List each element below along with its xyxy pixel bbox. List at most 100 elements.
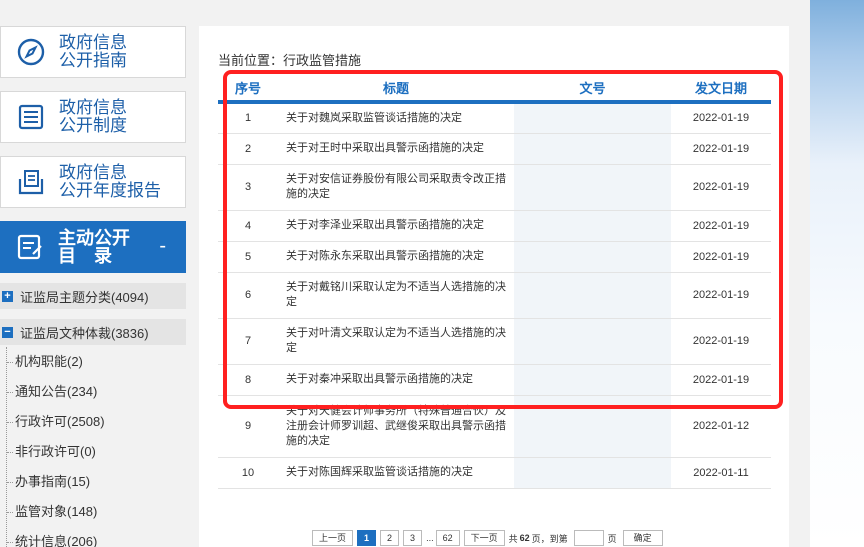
table-row: 1 关于对魏岚采取监管谈话措施的决定 2022-01-19 [218, 102, 771, 134]
tree-item[interactable]: 统计信息(206) [7, 527, 188, 547]
confirm-button[interactable]: 确定 [622, 530, 663, 546]
row-title-link[interactable]: 关于对安信证券股份有限公司采取责令改正措施的决定 [278, 164, 514, 211]
row-doc-number [514, 210, 671, 242]
category-genre[interactable]: − 证监局文种体裁(3836) [0, 319, 186, 345]
row-date: 2022-01-19 [671, 318, 771, 365]
total-pages: 62 [519, 533, 530, 543]
tree-item[interactable]: 机构职能(2) [7, 347, 188, 377]
table-row: 8 关于对秦冲采取出具警示函措施的决定 2022-01-19 [218, 364, 771, 396]
row-num: 4 [218, 210, 278, 242]
row-doc-number [514, 395, 671, 458]
row-num: 10 [218, 457, 278, 489]
guide-link[interactable]: 政府信息 公开指南 [0, 26, 186, 78]
row-date: 2022-01-19 [671, 272, 771, 319]
table-row: 6 关于对戴铭川采取认定为不适当人选措施的决定 2022-01-19 [218, 272, 771, 319]
annual-report-link[interactable]: 政府信息 公开年度报告 [0, 156, 186, 208]
row-num: 1 [218, 102, 278, 134]
next-page-button[interactable]: 下一页 [463, 530, 505, 546]
edit-doc-icon [14, 231, 46, 263]
row-title-link[interactable]: 关于对戴铭川采取认定为不适当人选措施的决定 [278, 272, 514, 319]
row-date: 2022-01-12 [671, 395, 771, 458]
row-date: 2022-01-19 [671, 102, 771, 134]
measures-table: 序号 标题 文号 发文日期 1 关于对魏岚采取监管谈话措施的决定 2022-01… [218, 74, 771, 489]
row-doc-number [514, 241, 671, 273]
row-date: 2022-01-19 [671, 241, 771, 273]
table-row: 3 关于对安信证券股份有限公司采取责令改正措施的决定 2022-01-19 [218, 164, 771, 211]
goto-prefix: 页，到第 [531, 533, 568, 544]
row-title-link[interactable]: 关于对陈永东采取出具警示函措施的决定 [278, 241, 514, 273]
table-row: 5 关于对陈永东采取出具警示函措施的决定 2022-01-19 [218, 241, 771, 273]
col-doc-header: 文号 [514, 74, 671, 104]
col-date-header: 发文日期 [671, 74, 771, 104]
tree-item[interactable]: 通知公告(234) [7, 377, 188, 407]
category-label: 证监局主题分类(4094) [20, 289, 149, 305]
row-title-link[interactable]: 关于对魏岚采取监管谈话措施的决定 [278, 102, 514, 134]
row-title-link[interactable]: 关于对秦冲采取出具警示函措施的决定 [278, 364, 514, 396]
goto-page-input[interactable] [573, 530, 604, 546]
folder-doc-icon [15, 166, 47, 198]
col-num-header: 序号 [218, 74, 278, 104]
pagination: 上一页 1 2 3 ... 62 下一页 共 62 页，到第 页 确定 [312, 530, 667, 546]
category-label: 证监局文种体裁(3836) [20, 325, 149, 341]
pager-ellipsis: ... [426, 533, 434, 543]
page-button[interactable]: 2 [380, 530, 400, 546]
catalog-label: 主动公开 目 录 [58, 228, 130, 266]
row-title-link[interactable]: 关于对李泽业采取出具警示函措施的决定 [278, 210, 514, 242]
catalog-header[interactable]: 主动公开 目 录 - [0, 221, 186, 273]
row-num: 2 [218, 133, 278, 165]
row-doc-number [514, 318, 671, 365]
row-num: 6 [218, 272, 278, 319]
tree-item[interactable]: 非行政许可(0) [7, 437, 188, 467]
system-label: 政府信息 公开制度 [59, 98, 127, 135]
row-doc-number [514, 272, 671, 319]
tree-item[interactable]: 监管对象(148) [7, 497, 188, 527]
row-doc-number [514, 133, 671, 165]
row-num: 8 [218, 364, 278, 396]
row-date: 2022-01-19 [671, 164, 771, 211]
compass-icon [15, 36, 47, 68]
row-num: 5 [218, 241, 278, 273]
row-date: 2022-01-19 [671, 133, 771, 165]
tree-item[interactable]: 办事指南(15) [7, 467, 188, 497]
row-date: 2022-01-19 [671, 364, 771, 396]
row-title-link[interactable]: 关于对陈国辉采取监管谈话措施的决定 [278, 457, 514, 489]
row-title-link[interactable]: 关于对王时中采取出具警示函措施的决定 [278, 133, 514, 165]
row-num: 7 [218, 318, 278, 365]
row-doc-number [514, 364, 671, 396]
col-title-header: 标题 [278, 74, 514, 104]
row-doc-number [514, 164, 671, 211]
annual-report-label: 政府信息 公开年度报告 [59, 163, 161, 200]
goto-suffix: 页 [607, 533, 617, 544]
page-button-current[interactable]: 1 [357, 530, 377, 546]
page-button[interactable]: 3 [403, 530, 423, 546]
main-panel: 当前位置：行政监管措施 序号 标题 文号 发文日期 1 关于对魏岚采取监管谈话措… [199, 26, 789, 547]
table-row: 9 关于对天健会计师事务所（特殊普通合伙）及注册会计师罗训超、武继俊采取出具警示… [218, 395, 771, 458]
breadcrumb: 当前位置：行政监管措施 [218, 53, 362, 68]
collapse-icon[interactable]: − [2, 326, 13, 338]
row-title-link[interactable]: 关于对叶清文采取认定为不适当人选措施的决定 [278, 318, 514, 365]
page-button-last[interactable]: 62 [435, 530, 460, 546]
right-decoration [810, 0, 864, 547]
tree-item[interactable]: 行政许可(2508) [7, 407, 188, 437]
row-num: 9 [218, 395, 278, 458]
row-doc-number [514, 102, 671, 134]
sidebar: 政府信息 公开指南 政府信息 公开制度 政府信息 公开年度报告 主动公开 目 录… [0, 26, 188, 547]
system-link[interactable]: 政府信息 公开制度 [0, 91, 186, 143]
guide-label: 政府信息 公开指南 [59, 33, 127, 70]
table-row: 4 关于对李泽业采取出具警示函措施的决定 2022-01-19 [218, 210, 771, 242]
table-row: 10 关于对陈国辉采取监管谈话措施的决定 2022-01-11 [218, 457, 771, 489]
row-title-link[interactable]: 关于对天健会计师事务所（特殊普通合伙）及注册会计师罗训超、武继俊采取出具警示函措… [278, 395, 514, 458]
row-date: 2022-01-19 [671, 210, 771, 242]
category-topic[interactable]: + 证监局主题分类(4094) [0, 283, 186, 309]
total-prefix: 共 [508, 533, 518, 544]
row-num: 3 [218, 164, 278, 211]
list-doc-icon [15, 101, 47, 133]
category-tree: 机构职能(2) 通知公告(234) 行政许可(2508) 非行政许可(0) 办事… [6, 347, 188, 547]
row-date: 2022-01-11 [671, 457, 771, 489]
collapse-toggle[interactable]: - [159, 235, 166, 258]
table-row: 7 关于对叶清文采取认定为不适当人选措施的决定 2022-01-19 [218, 318, 771, 365]
table-row: 2 关于对王时中采取出具警示函措施的决定 2022-01-19 [218, 133, 771, 165]
expand-icon[interactable]: + [2, 290, 13, 302]
prev-page-button[interactable]: 上一页 [312, 530, 354, 546]
row-doc-number [514, 457, 671, 489]
